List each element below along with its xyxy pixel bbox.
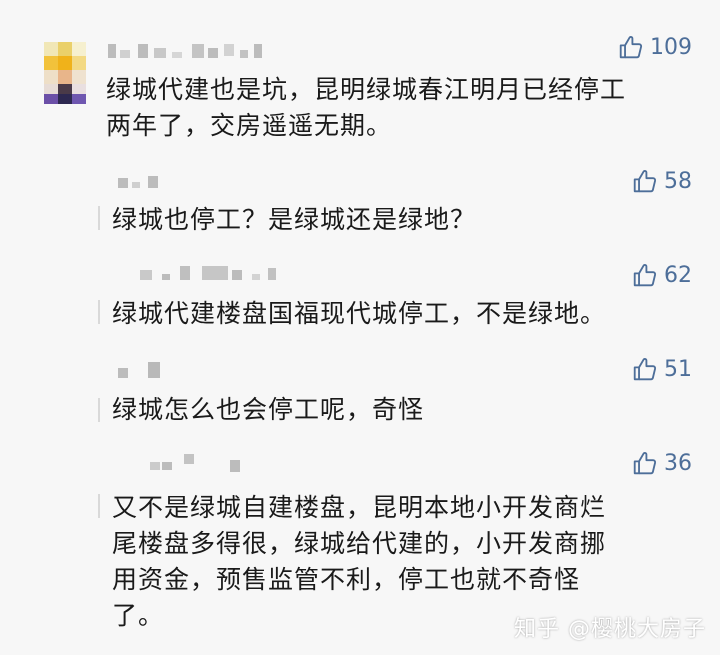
reply-quote-bar (98, 398, 100, 422)
comment-line: 绿城代建也是坑，昆明绿城春江明月已经停工 (106, 75, 627, 104)
like-count: 51 (664, 356, 692, 382)
thumbs-up-icon (633, 264, 657, 287)
thumbs-up-icon (619, 36, 643, 59)
reply-username-blurred[interactable] (118, 360, 168, 378)
like-count: 109 (650, 34, 692, 60)
thumbs-up-icon (633, 170, 657, 193)
reply-text: 绿城怎么也会停工呢，奇怪 (112, 394, 424, 426)
reply-username-blurred[interactable] (140, 264, 280, 282)
username-blurred[interactable] (108, 42, 268, 60)
comment-text: 绿城代建也是坑，昆明绿城春江明月已经停工 两年了，交房遥遥无期。 (106, 74, 626, 142)
like-count: 62 (664, 262, 692, 288)
reply-line: 绿城也停工？是绿城还是绿地？ (112, 205, 477, 234)
reply-text: 绿城代建楼盘国福现代城停工，不是绿地。 (112, 298, 606, 330)
comment-line: 两年了，交房遥遥无期。 (106, 111, 393, 140)
thumbs-up-icon (633, 452, 657, 475)
like-button[interactable]: 109 (618, 34, 692, 60)
avatar[interactable] (44, 42, 86, 104)
reply-line: 绿城代建楼盘国福现代城停工，不是绿地。 (112, 299, 607, 328)
like-count: 58 (664, 168, 692, 194)
like-button[interactable]: 58 (632, 168, 692, 194)
reply-line: 绿城怎么也会停工呢，奇怪 (112, 395, 425, 424)
reply-text: 绿城也停工？是绿城还是绿地？ (112, 204, 476, 236)
reply-username-blurred[interactable] (118, 172, 168, 190)
reply-quote-bar (98, 494, 100, 518)
like-button[interactable]: 36 (632, 450, 692, 476)
reply-quote-bar (98, 300, 100, 324)
like-button[interactable]: 62 (632, 262, 692, 288)
watermark: 知乎 @樱桃大房子 (514, 617, 706, 642)
reply-line: 尾楼盘多得很，绿城给代建的，小开发商挪 (112, 529, 607, 558)
like-button[interactable]: 51 (632, 356, 692, 382)
thumbs-up-icon (633, 358, 657, 381)
reply-quote-bar (98, 206, 100, 230)
reply-line: 用资金，预售监管不利，停工也就不奇怪 (112, 565, 581, 594)
reply-line: 又不是绿城自建楼盘，昆明本地小开发商烂 (112, 493, 607, 522)
like-count: 36 (664, 450, 692, 476)
reply-username-blurred[interactable] (150, 452, 250, 472)
